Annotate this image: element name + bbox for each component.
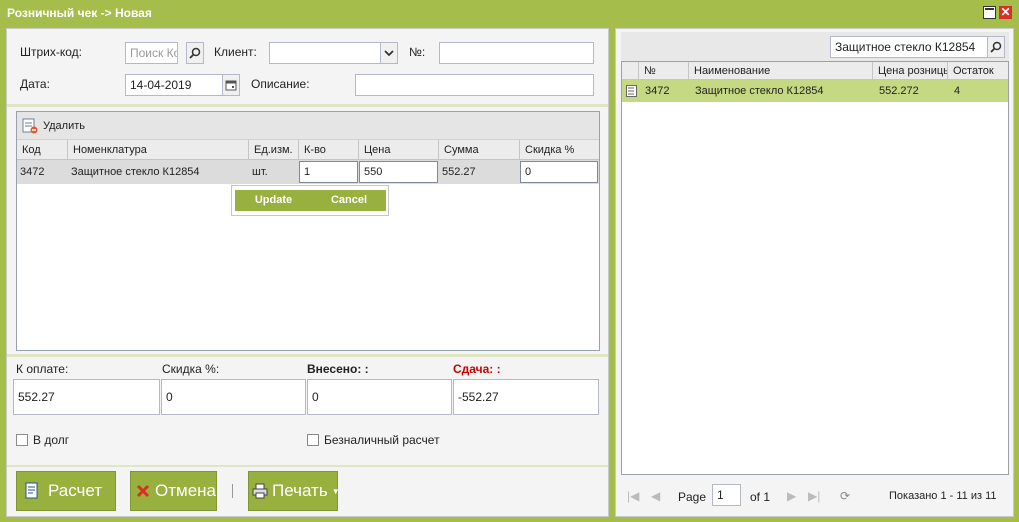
change-field[interactable]: -552.27 — [453, 379, 599, 415]
cell-number: 3472 — [645, 85, 670, 97]
document-icon — [626, 85, 637, 97]
debt-label: В долг — [33, 433, 70, 447]
barcode-input[interactable]: Поиск Код — [125, 42, 178, 64]
table-row[interactable]: 3472 Защитное стекло К12854 552.272 4 — [622, 80, 1008, 102]
print-label: Печать — [272, 481, 328, 500]
divider — [7, 104, 608, 107]
qty-editor[interactable]: 1 — [299, 161, 358, 183]
client-combo[interactable] — [269, 42, 381, 64]
cell-nomenclature: Защитное стекло К12854 — [71, 166, 200, 178]
cross-icon — [135, 483, 151, 499]
cashless-label: Безналичный расчет — [324, 433, 440, 447]
column-header-sum[interactable]: Сумма — [439, 140, 520, 160]
chevron-down-icon[interactable] — [380, 42, 398, 64]
number-label: №: — [409, 45, 426, 59]
discount-total-label: Скидка %: — [162, 362, 220, 376]
barcode-placeholder: Поиск Код — [130, 46, 177, 60]
cell-retail-price: 552.272 — [879, 85, 919, 97]
maximize-icon[interactable] — [983, 6, 996, 19]
row-editor-buttons: Update Cancel — [231, 185, 389, 216]
column-header-number[interactable]: № — [639, 62, 689, 80]
discount-total-field[interactable]: 0 — [161, 379, 306, 415]
delete-icon[interactable] — [22, 118, 38, 134]
table-row[interactable]: 3472 Защитное стекло К12854 шт. 1 550 55… — [17, 160, 599, 184]
column-header-stock[interactable]: Остаток — [948, 62, 1008, 80]
cancel-label: Отмена — [155, 481, 216, 500]
page-input[interactable]: 1 — [712, 484, 741, 506]
column-header-price[interactable]: Цена — [359, 140, 439, 160]
date-input[interactable]: 14-04-2019 — [125, 74, 223, 96]
description-label: Описание: — [251, 77, 310, 91]
catalog-grid-header: № Наименование Цена розницы Остаток — [622, 62, 1008, 80]
column-header-retail-price[interactable]: Цена розницы — [873, 62, 948, 80]
pagination-toolbar: |◀ ◀ Page 1 of 1 ▶ ▶| ⟳ Показано 1 - 11 … — [621, 479, 1009, 512]
cell-sum: 552.27 — [442, 166, 476, 178]
search-icon[interactable] — [987, 36, 1005, 58]
price-editor[interactable]: 550 — [359, 161, 438, 183]
cancel-button[interactable]: Отмена — [130, 471, 217, 511]
barcode-label: Штрих-код: — [20, 45, 82, 59]
next-page-icon[interactable]: ▶ — [787, 489, 796, 503]
catalog-panel: Защитное стекло К12854 № Наименование Це… — [615, 28, 1014, 517]
search-icon[interactable] — [186, 42, 204, 64]
items-grid: Удалить Код Номенклатура Ед.изм. К-во Це… — [16, 111, 600, 351]
client-label: Клиент: — [214, 45, 257, 59]
date-label: Дата: — [20, 77, 50, 91]
printer-icon — [252, 483, 268, 499]
paging-summary: Показано 1 - 11 из 11 — [889, 490, 997, 502]
of-pages-label: of 1 — [750, 490, 771, 504]
calendar-icon[interactable] — [222, 74, 240, 96]
cashless-checkbox[interactable] — [307, 434, 319, 446]
window-titlebar: Розничный чек -> Новая ✕ — [0, 0, 1019, 26]
window-title: Розничный чек -> Новая — [7, 6, 152, 20]
first-page-icon[interactable]: |◀ — [627, 489, 639, 503]
cancel-edit-button[interactable]: Cancel — [312, 190, 386, 211]
column-header-qty[interactable]: К-во — [299, 140, 359, 160]
column-header-unit[interactable]: Ед.изм. — [249, 140, 299, 160]
column-header-discount[interactable]: Скидка % — [520, 140, 599, 160]
prev-page-icon[interactable]: ◀ — [651, 489, 660, 503]
description-input[interactable] — [355, 74, 594, 96]
column-header-nomenclature[interactable]: Номенклатура — [68, 140, 249, 160]
grid-toolbar: Удалить — [17, 112, 599, 140]
chevron-down-icon: ▼ — [331, 486, 340, 496]
divider — [7, 354, 608, 357]
calculate-button[interactable]: Расчет — [16, 471, 116, 511]
divider — [7, 465, 608, 467]
change-label: Сдача: : — [453, 362, 501, 376]
column-header-icon — [622, 62, 639, 80]
catalog-grid: № Наименование Цена розницы Остаток 3472… — [621, 61, 1009, 475]
items-grid-header: Код Номенклатура Ед.изм. К-во Цена Сумма… — [17, 140, 599, 160]
number-input[interactable] — [439, 42, 594, 64]
update-button[interactable]: Update — [235, 190, 312, 211]
print-button[interactable]: Печать ▼ — [248, 471, 340, 511]
catalog-search-input[interactable]: Защитное стекло К12854 — [830, 36, 988, 58]
refresh-icon[interactable]: ⟳ — [840, 489, 850, 503]
column-header-code[interactable]: Код — [17, 140, 68, 160]
cell-code: 3472 — [20, 166, 45, 178]
receipt-icon — [23, 482, 41, 500]
cell-unit: шт. — [252, 166, 268, 178]
cell-stock: 4 — [954, 85, 961, 97]
paid-label: Внесено: : — [307, 362, 369, 376]
close-icon[interactable]: ✕ — [999, 6, 1012, 19]
column-header-name[interactable]: Наименование — [689, 62, 873, 80]
to-pay-field[interactable]: 552.27 — [13, 379, 160, 415]
last-page-icon[interactable]: ▶| — [808, 489, 820, 503]
page-label: Page — [678, 490, 707, 504]
to-pay-label: К оплате: — [16, 362, 69, 376]
discount-editor[interactable]: 0 — [520, 161, 598, 183]
paid-field[interactable]: 0 — [307, 379, 452, 415]
cell-name: Защитное стекло К12854 — [695, 85, 824, 97]
debt-checkbox[interactable] — [16, 434, 28, 446]
receipt-panel: Штрих-код: Поиск Код Клиент: №: Дата: 14… — [6, 28, 609, 517]
delete-button[interactable]: Удалить — [43, 120, 85, 132]
calculate-label: Расчет — [48, 481, 103, 500]
toolbar-separator — [232, 484, 233, 498]
